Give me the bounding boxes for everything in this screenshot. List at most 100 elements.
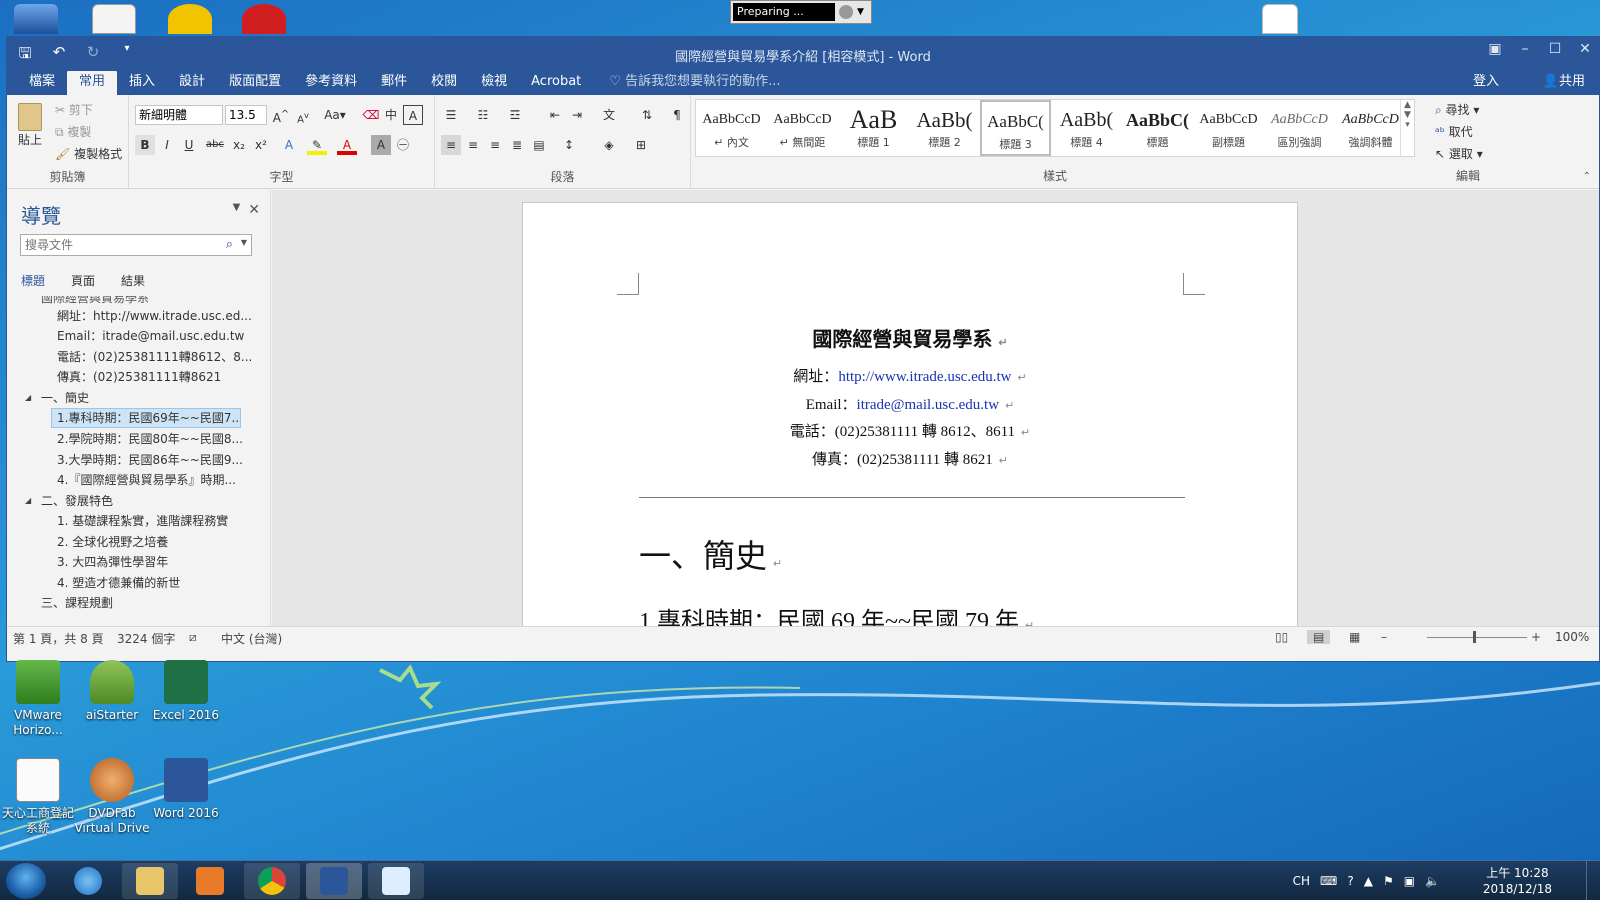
email-link[interactable]: itrade@mail.usc.edu.tw [857,397,1000,413]
taskbar-media[interactable] [182,863,238,899]
style-heading-2[interactable]: AaBb(標題 2 [909,100,980,156]
nav-heading-item[interactable]: 4. 塑造才德兼備的新世 [57,573,180,593]
grow-font-icon[interactable]: A^ [271,105,291,125]
zoom-in-icon[interactable]: + [1531,630,1541,644]
nav-tab-results[interactable]: 結果 [121,272,145,289]
nav-tab-pages[interactable]: 頁面 [71,272,95,289]
page-count[interactable]: 第 1 頁，共 8 頁 [13,630,104,647]
nav-heading-item[interactable]: 一、簡史 [41,388,89,408]
align-left-icon[interactable]: ≡ [441,135,461,155]
nav-heading-item[interactable]: 三、課程規劃 [41,593,113,613]
zoom-slider-thumb[interactable] [1473,631,1476,643]
chevron-down-icon[interactable]: ▼ [857,7,864,17]
style-title[interactable]: AaBbC(標題 [1122,100,1193,156]
justify-icon[interactable]: ≣ [507,135,527,155]
close-icon[interactable]: ✕ [248,202,260,218]
tell-me-search[interactable]: ♡ 告訴我您想要執行的動作... [593,71,780,95]
nav-heading-item[interactable]: 2.學院時期：民國80年~~民國8... [57,429,243,449]
distributed-icon[interactable]: ▤ [529,135,549,155]
document-icon[interactable] [1262,4,1298,34]
nav-heading-item[interactable]: 二、發展特色 [41,491,113,511]
asian-layout-icon[interactable]: 文 [599,105,619,125]
start-button[interactable] [6,863,46,899]
nav-heading-item-selected[interactable]: 1.專科時期：民國69年~~民國7... [51,408,241,428]
document-area[interactable]: 國際經營與貿易學系 ↵ 網址：http://www.itrade.usc.edu.… [272,190,1599,626]
chevron-up-icon[interactable]: ▲ [1401,100,1414,110]
style-heading-3[interactable]: AaBbC(標題 3 [980,100,1051,156]
line-spacing-icon[interactable]: ↕ [559,135,579,155]
style-emphasis[interactable]: AaBbCcD 強調斜體 [1335,100,1406,156]
tab-acrobat[interactable]: Acrobat [519,71,593,95]
flash-icon[interactable] [242,4,286,34]
style-no-spacing[interactable]: AaBbCcD ↵ 無間距 [767,100,838,156]
taskbar-ie[interactable] [60,863,116,899]
show-hidden-icons[interactable]: ▲ [1364,874,1373,888]
nav-heading-item[interactable]: 傳真：(02)25381111轉8621 [57,367,221,387]
nav-heading-item[interactable]: 3. 大四為彈性學習年 [57,552,168,572]
recording-widget[interactable]: Preparing ... ▼ [730,0,872,24]
web-layout-icon[interactable]: ▦ [1349,630,1360,644]
strikethrough-icon[interactable]: abc [205,135,225,155]
font-size-select[interactable]: 13.5 [225,105,267,125]
share-button[interactable]: 👤共用 [1543,71,1585,95]
show-desktop-button[interactable] [1586,861,1600,900]
computer-icon[interactable] [14,4,58,34]
read-mode-icon[interactable]: ▯▯ [1275,630,1288,644]
increase-indent-icon[interactable]: ⇥ [567,105,587,125]
desktop-icon-aistarter[interactable]: aiStarter [74,660,150,723]
align-right-icon[interactable]: ≡ [485,135,505,155]
tab-insert[interactable]: 插入 [117,71,167,95]
sort-icon[interactable]: ⇅ [637,105,657,125]
style-normal[interactable]: AaBbCcD ↵ 內文 [696,100,767,156]
keyboard-icon[interactable]: ⌨ [1320,874,1337,888]
style-subtle-emphasis[interactable]: AaBbCcD 區別強調 [1264,100,1335,156]
sign-in-link[interactable]: 登入 [1473,71,1499,95]
search-icon[interactable]: ⌕ [226,237,233,252]
network-icon[interactable]: ▣ [1404,874,1415,888]
nav-heading-item[interactable]: 3.大學時期：民國86年~~民國9... [57,450,243,470]
subscript-icon[interactable]: x₂ [229,135,249,155]
decrease-indent-icon[interactable]: ⇤ [545,105,565,125]
language-indicator[interactable]: 中文 (台灣) [221,630,282,647]
collapse-arrow-icon[interactable]: ◢ [25,496,31,505]
bullets-icon[interactable]: ☰ [441,105,461,125]
volume-icon[interactable]: 🔈 [1425,874,1440,888]
desktop-icon-vmware[interactable]: VMware Horizo... [0,660,76,738]
styles-scroll[interactable]: ▲ ▼ ▾ [1400,100,1414,156]
taskbar-word[interactable] [306,863,362,899]
nav-heading-item[interactable]: 1. 基礎課程紮實，進階課程務實 [57,511,228,531]
zoom-level[interactable]: 100% [1555,630,1589,644]
highlight-icon[interactable]: ✎ [307,135,327,155]
collapse-ribbon-icon[interactable]: ⌃ [1583,171,1591,182]
word-count[interactable]: 3224 個字 [117,630,175,647]
borders-icon[interactable]: ⊞ [631,135,651,155]
find-button[interactable]: ⌕ 尋找 ▾ [1435,101,1479,118]
clear-format-icon[interactable]: ⌫ [361,105,381,125]
collapse-arrow-icon[interactable]: ◢ [25,393,31,402]
close-icon[interactable]: ✕ [1577,41,1593,57]
nav-heading-item[interactable]: 2. 全球化視野之培養 [57,532,168,552]
desktop-icon-word[interactable]: Word 2016 [148,758,224,821]
text-effects-icon[interactable]: A [279,135,299,155]
cut-button[interactable]: ✂ 剪下 [55,101,93,118]
shading-icon[interactable]: ◈ [599,135,619,155]
font-name-select[interactable]: 新細明體 [135,105,223,125]
replace-button[interactable]: ᵃᵇ 取代 [1435,123,1473,140]
desktop-icon-excel[interactable]: Excel 2016 [148,660,224,723]
tab-review[interactable]: 校閱 [419,71,469,95]
taskbar-explorer[interactable] [122,863,178,899]
url-link[interactable]: http://www.itrade.usc.edu.tw [838,369,1011,385]
chevron-down-icon[interactable]: ▼ [241,238,247,247]
change-case-icon[interactable]: Aa▾ [321,105,349,125]
zoom-slider[interactable] [1427,637,1527,638]
font-color-icon[interactable]: A [337,135,357,155]
more-styles-icon[interactable]: ▾ [1401,120,1414,130]
italic-icon[interactable]: I [157,135,177,155]
tab-file[interactable]: 檔案 [17,71,67,95]
nav-heading-item[interactable]: 電話：(02)25381111轉8612、8... [57,347,252,367]
style-heading-4[interactable]: AaBb(標題 4 [1051,100,1122,156]
chevron-down-icon[interactable]: ▼ [1401,110,1414,120]
bold-icon[interactable]: B [135,135,155,155]
nav-heading-item[interactable]: 網址：http://www.itrade.usc.ed... [57,306,252,326]
shrink-font-icon[interactable]: Av [293,105,313,125]
